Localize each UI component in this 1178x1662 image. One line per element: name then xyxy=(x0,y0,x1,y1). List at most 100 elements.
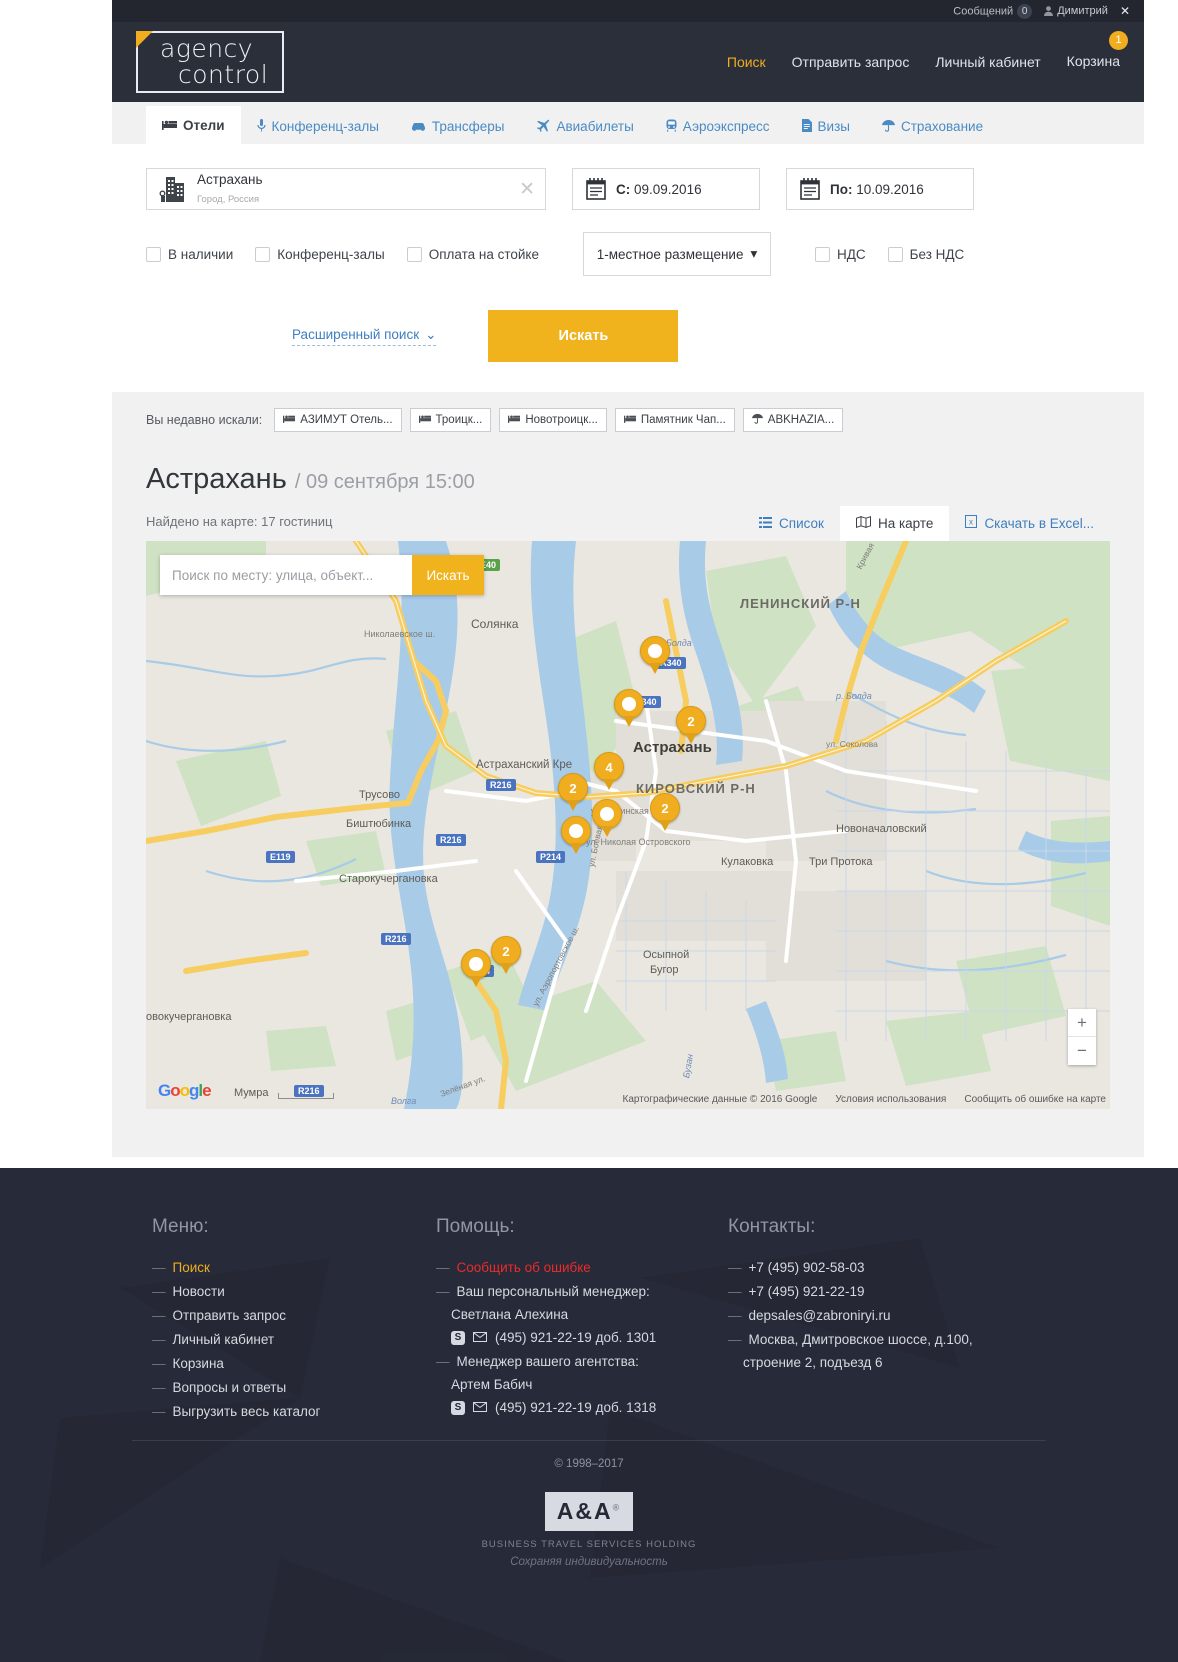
recent-chip-pamyatnik[interactable]: Памятник Чап... xyxy=(614,408,735,432)
map-marker[interactable] xyxy=(592,799,622,837)
map-search-button[interactable]: Искать xyxy=(412,555,484,595)
checkbox-conference-halls[interactable]: Конференц-залы xyxy=(255,246,385,262)
city-subtitle: Город, Россия xyxy=(197,194,260,205)
nav-item-send-request[interactable]: Отправить запрос xyxy=(792,54,910,70)
skype-icon[interactable]: S xyxy=(451,1401,465,1415)
recent-chip-azimut[interactable]: АЗИМУТ Отель... xyxy=(274,408,402,432)
checkbox-box xyxy=(146,246,161,262)
view-tab-excel[interactable]: x Скачать в Excel... xyxy=(949,505,1110,541)
map-attribution-terms[interactable]: Условия использования xyxy=(835,1094,946,1105)
tab-visas[interactable]: Визы xyxy=(786,108,866,144)
mail-icon[interactable] xyxy=(473,1326,487,1350)
checkbox-vat[interactable]: НДС xyxy=(815,246,866,262)
advanced-search-toggle[interactable]: Расширенный поиск ⌄ xyxy=(292,327,437,346)
footer-contact-address-line-2: строение 2, подъезд 6 xyxy=(743,1355,883,1370)
footer-link-export-catalog[interactable]: — Выгрузить весь каталог xyxy=(152,1400,436,1424)
google-map[interactable]: ЛЕНИНСКИЙ Р-Н КИРОВСКИЙ Р-Н Астрахань Солян… xyxy=(146,541,1110,1109)
results-date: / 09 сентября 15:00 xyxy=(294,471,475,493)
map-marker[interactable]: 2 xyxy=(558,773,588,811)
dash-icon: — xyxy=(152,1284,166,1299)
recent-chip-novotroick[interactable]: Новотроицк... xyxy=(499,408,607,432)
footer-agency-manager-name: Артем Бабич xyxy=(451,1377,533,1392)
zoom-in-button[interactable]: + xyxy=(1068,1009,1096,1037)
tab-aeroexpress-label: Аэроэкспресс xyxy=(682,118,770,134)
footer-bottom: © 1998–2017 A&A® BUSINESS TRAVEL SERVICE… xyxy=(0,1458,1178,1568)
tab-air-tickets[interactable]: Авиабилеты xyxy=(520,108,649,144)
checkbox-vat-label: НДС xyxy=(837,246,866,262)
main-nav: Поиск Отправить запрос Личный кабинет Ко… xyxy=(727,31,1128,71)
recent-chip-abkhazia[interactable]: ABKHAZIA... xyxy=(742,408,844,432)
map-marker-dot xyxy=(648,644,662,658)
tab-conference-halls-label: Конференц-залы xyxy=(271,118,379,134)
footer-link-cart[interactable]: — Корзина xyxy=(152,1352,436,1376)
logo[interactable]: agency control xyxy=(136,31,284,93)
map-marker-dot xyxy=(600,807,614,821)
tab-transfers[interactable]: Трансферы xyxy=(395,108,521,144)
map-attribution-data: Картографические данные © 2016 Google xyxy=(622,1094,818,1105)
map-marker-pin xyxy=(461,949,491,979)
map-marker[interactable] xyxy=(640,636,670,674)
date-from-field[interactable]: С: 09.09.2016 xyxy=(572,168,760,210)
tab-aeroexpress[interactable]: Аэроэкспресс xyxy=(650,108,786,144)
checkbox-box xyxy=(887,246,903,262)
view-tab-map[interactable]: На карте xyxy=(839,506,950,541)
tab-insurance[interactable]: Страхование xyxy=(866,108,999,144)
messages-label[interactable]: Сообщений 0 xyxy=(953,3,1033,19)
nav-item-search[interactable]: Поиск xyxy=(727,54,766,70)
footer-contact-phone-2[interactable]: — +7 (495) 921-22-19 xyxy=(728,1280,1048,1304)
registered-icon: ® xyxy=(612,1502,622,1513)
tab-hotels[interactable]: Отели xyxy=(146,106,241,144)
checkbox-box xyxy=(815,246,830,262)
map-marker[interactable]: 2 xyxy=(650,793,680,831)
map-marker[interactable] xyxy=(614,689,644,727)
user-menu[interactable]: Димитрий xyxy=(1044,5,1108,17)
footer-link-search[interactable]: — Поиск xyxy=(152,1256,436,1280)
footer-copyright: © 1998–2017 xyxy=(554,1458,624,1470)
map-marker[interactable]: 2 xyxy=(491,936,521,974)
footer-link-news[interactable]: — Новости xyxy=(152,1280,436,1304)
checkbox-pay-at-desk[interactable]: Оплата на стойке xyxy=(406,246,539,262)
tab-conference-halls[interactable]: Конференц-залы xyxy=(241,108,395,144)
footer-agency-manager-row: — Менеджер вашего агентства: xyxy=(436,1350,728,1374)
list-icon xyxy=(759,516,773,531)
mail-icon[interactable] xyxy=(473,1396,487,1420)
zoom-out-button[interactable]: − xyxy=(1068,1037,1096,1065)
map-marker[interactable] xyxy=(461,949,491,987)
search-submit-button[interactable]: Искать xyxy=(488,310,679,362)
close-icon[interactable]: ✕ xyxy=(1120,4,1130,18)
dash-icon: — xyxy=(152,1332,166,1347)
map-marker[interactable]: 4 xyxy=(594,752,624,790)
service-tabs: Отели Конференц-залы Трансферы Авиабилет… xyxy=(112,102,1144,144)
nav-item-cart[interactable]: Корзина xyxy=(1067,53,1120,69)
train-icon xyxy=(666,119,677,134)
footer-contact-phone-1[interactable]: — +7 (495) 902-58-03 xyxy=(728,1256,1048,1280)
bed-icon xyxy=(418,414,431,426)
recent-chip-troick[interactable]: Троицк... xyxy=(409,408,492,432)
road-shield: E119 xyxy=(266,851,295,863)
footer-link-send-request[interactable]: — Отправить запрос xyxy=(152,1304,436,1328)
map-attribution-report[interactable]: Сообщить об ошибке на карте xyxy=(964,1094,1106,1105)
nav-item-account[interactable]: Личный кабинет xyxy=(935,54,1040,70)
google-logo[interactable]: Google xyxy=(158,1081,212,1101)
footer-contact-email[interactable]: — depsales@zabroniryi.ru xyxy=(728,1304,1048,1328)
footer-link-faq[interactable]: — Вопросы и ответы xyxy=(152,1376,436,1400)
footer-link-account[interactable]: — Личный кабинет xyxy=(152,1328,436,1352)
checkbox-no-vat[interactable]: Без НДС xyxy=(887,246,964,262)
search-row-primary: Астрахань Город, Россия ✕ С: 09.09.2016 … xyxy=(146,168,1110,210)
view-tab-list[interactable]: Список xyxy=(743,506,840,541)
skype-icon[interactable]: S xyxy=(451,1331,465,1345)
footer-personal-manager-label: Ваш персональный менеджер: xyxy=(456,1284,650,1299)
site-header: agency control Поиск Отправить запрос Ли… xyxy=(112,22,1144,102)
checkbox-available[interactable]: В наличии xyxy=(146,246,233,262)
map-marker[interactable] xyxy=(561,816,591,854)
city-input[interactable]: Астрахань Город, Россия ✕ xyxy=(146,168,546,210)
date-to-field[interactable]: По: 10.09.2016 xyxy=(786,168,974,210)
map-search-input[interactable] xyxy=(160,555,412,595)
checkbox-pay-at-desk-label: Оплата на стойке xyxy=(428,246,539,262)
aaa-brand-subtitle: BUSINESS TRAVEL SERVICES HOLDING xyxy=(481,1539,697,1550)
map-marker[interactable]: 2 xyxy=(676,706,706,744)
user-name: Димитрий xyxy=(1057,5,1108,17)
clear-city-icon[interactable]: ✕ xyxy=(519,178,535,200)
footer-link-report-error[interactable]: — Сообщить об ошибке xyxy=(436,1256,728,1280)
occupancy-select[interactable]: 1-местное размещение ▾ xyxy=(583,232,771,276)
